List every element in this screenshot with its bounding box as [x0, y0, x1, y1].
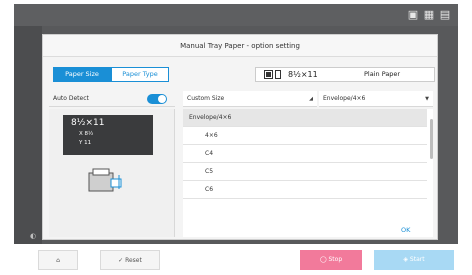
- preview-x: X 8½: [79, 131, 94, 137]
- preview-y: Y 11: [79, 140, 92, 146]
- hardware-button-bar: ⌂ ✓ Reset ◯ Stop ◈ Start: [0, 246, 472, 275]
- dialog-title: Manual Tray Paper - option setting: [43, 35, 437, 57]
- size-preview-box: 8½×11 X 8½ Y 11: [63, 115, 153, 155]
- reset-label: Reset: [125, 257, 142, 264]
- custom-size-dropdown[interactable]: Custom Size ◢: [183, 91, 317, 107]
- home-button[interactable]: ⌂: [38, 250, 78, 270]
- list-item[interactable]: C4: [183, 145, 427, 163]
- list-scrollbar[interactable]: [430, 119, 433, 159]
- device: ▣ ▦ ▤ ◐ Manual Tray Paper - option setti…: [0, 0, 472, 275]
- toggle-knob: [158, 95, 166, 103]
- chevron-down-icon: ▼: [425, 96, 429, 102]
- chevron-down-icon: ◢: [309, 96, 313, 102]
- size-preview: 8½×11 X 8½ Y 11: [49, 109, 175, 237]
- tray-icon: [264, 70, 273, 79]
- settings-row: Auto Detect Custom Size ◢ Envelope/4×6 ▼: [49, 91, 433, 107]
- home-icon: ⌂: [56, 257, 60, 264]
- portrait-orientation-icon: [275, 70, 281, 79]
- envelope-label: Envelope/4×6: [323, 95, 366, 102]
- custom-size-label: Custom Size: [187, 95, 225, 102]
- background-panel: [14, 26, 42, 244]
- start-button[interactable]: ◈ Start: [374, 250, 454, 270]
- current-type: Plain Paper: [364, 70, 401, 78]
- touch-screen: ▣ ▦ ▤ ◐ Manual Tray Paper - option setti…: [14, 4, 458, 244]
- list-item[interactable]: Envelope/4×6: [183, 109, 427, 127]
- info-icon[interactable]: ▤: [438, 8, 452, 22]
- reset-button[interactable]: ✓ Reset: [100, 250, 160, 270]
- envelope-dropdown[interactable]: Envelope/4×6 ▼: [319, 91, 433, 107]
- list-item[interactable]: 4×6: [183, 127, 427, 145]
- option-setting-dialog: Manual Tray Paper - option setting Paper…: [42, 34, 438, 240]
- preview-size: 8½×11: [71, 118, 105, 128]
- stop-button[interactable]: ◯ Stop: [300, 250, 362, 270]
- start-label: Start: [409, 256, 425, 263]
- current-paper-display: 8½×11 Plain Paper: [255, 67, 435, 82]
- list-item[interactable]: C6: [183, 181, 427, 199]
- ok-button[interactable]: OK: [401, 225, 410, 235]
- job-icon[interactable]: ▦: [422, 8, 436, 22]
- auto-detect-label: Auto Detect: [53, 95, 89, 102]
- printer-tray-icon: [88, 168, 122, 192]
- background-text: ◐: [30, 232, 37, 240]
- auto-detect-row[interactable]: Auto Detect: [49, 91, 175, 107]
- tab-paper-type[interactable]: Paper Type: [111, 67, 169, 82]
- stop-label: Stop: [328, 256, 343, 263]
- current-size: 8½×11: [288, 70, 318, 79]
- list-item[interactable]: C5: [183, 163, 427, 181]
- tab-paper-size[interactable]: Paper Size: [53, 67, 111, 82]
- status-bar: ▣ ▦ ▤: [14, 4, 458, 26]
- auto-detect-toggle[interactable]: [147, 94, 167, 104]
- bell-icon[interactable]: ▣: [406, 8, 420, 22]
- envelope-size-list: Envelope/4×6 4×6 C4 C5 C6: [183, 109, 433, 237]
